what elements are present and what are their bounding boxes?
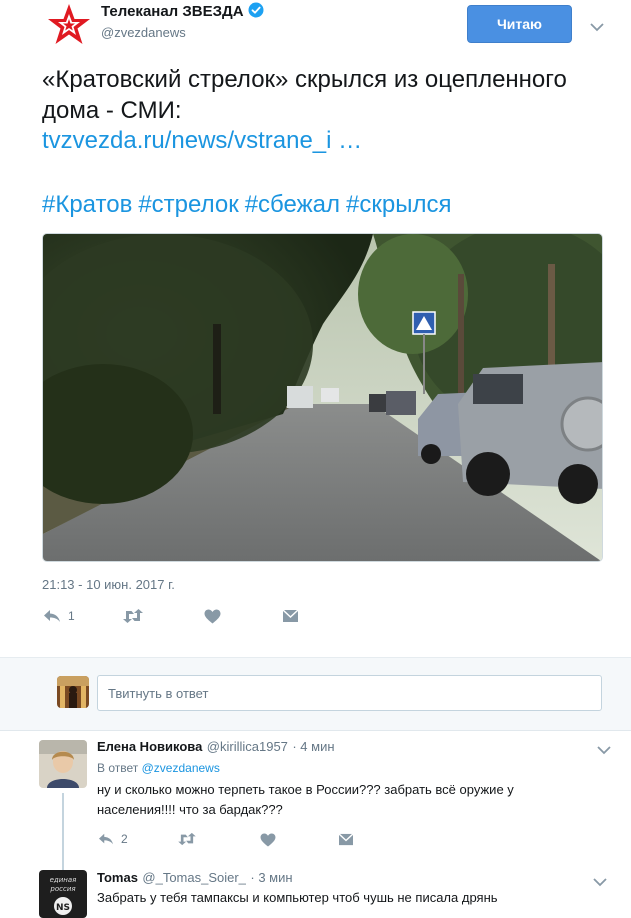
reply-author-handle[interactable]: @kirillica1957 <box>207 739 288 754</box>
like-button[interactable] <box>260 833 276 847</box>
reply-input[interactable] <box>97 675 602 711</box>
reply-button[interactable]: 2 <box>98 832 128 846</box>
thread-line <box>62 793 64 873</box>
tweet-text: «Кратовский стрелок» скрылся из оцепленн… <box>42 66 567 124</box>
direct-message-button[interactable] <box>282 609 299 624</box>
account-name-text[interactable]: Телеканал ЗВЕЗДА <box>101 3 244 20</box>
chevron-down-icon[interactable] <box>590 19 604 37</box>
reply-author-name[interactable]: Елена Новикова <box>97 739 202 754</box>
reply-header: Tomas @_Tomas_Soier_ · 3 мин <box>97 869 293 887</box>
hashtag-link[interactable]: #стрелок <box>138 191 238 218</box>
account-handle[interactable]: @zvezdanews <box>101 25 186 40</box>
hashtag-list: #Кратов #стрелок #сбежал #скрылся <box>42 191 457 219</box>
dm-icon <box>338 833 354 846</box>
account-name[interactable]: Телеканал ЗВЕЗДА <box>101 2 264 22</box>
chevron-down-icon[interactable] <box>597 742 611 760</box>
verified-badge-icon <box>248 2 264 22</box>
retweet-button[interactable] <box>177 832 197 846</box>
like-button[interactable] <box>204 609 221 624</box>
reply-avatar[interactable] <box>39 740 87 788</box>
heart-icon <box>204 609 221 624</box>
reply-button[interactable]: 1 <box>43 608 75 624</box>
svg-text:россия: россия <box>49 885 75 893</box>
reply-icon <box>44 610 60 622</box>
reply-header: Елена Новикова @kirillica1957 · 4 мин <box>97 738 335 756</box>
heart-icon <box>260 833 276 847</box>
retweet-icon <box>178 832 196 846</box>
reply-to-handle-link[interactable]: @zvezdanews <box>142 761 220 775</box>
chevron-down-icon[interactable] <box>593 874 607 892</box>
follow-button[interactable]: Читаю <box>467 5 572 43</box>
user-avatar[interactable] <box>57 676 89 708</box>
tweet-link[interactable]: tvzvezda.ru/news/vstrane_i … <box>42 127 362 155</box>
reply-count: 2 <box>121 832 128 846</box>
reply-time[interactable]: · 4 мин <box>292 739 334 754</box>
reply-to-line: В ответ @zvezdanews <box>97 761 220 775</box>
reply-count: 1 <box>68 609 75 623</box>
zvezda-logo-icon[interactable] <box>46 2 92 46</box>
hashtag-link[interactable]: #Кратов <box>42 191 132 218</box>
retweet-icon <box>123 609 143 623</box>
hashtag-link[interactable]: #сбежал <box>245 191 340 218</box>
reply-text: ну и сколько можно терпеть такое в Росси… <box>97 782 514 817</box>
reply-avatar[interactable]: единая россия NS <box>39 870 87 918</box>
reply-time[interactable]: · 3 мин <box>250 870 292 885</box>
retweet-button[interactable] <box>122 608 144 624</box>
hashtag-link[interactable]: #скрылся <box>346 191 451 218</box>
reply-text: Забрать у тебя тампаксы и компьютер чтоб… <box>97 890 498 905</box>
tweet-timestamp[interactable]: 21:13 - 10 июн. 2017 г. <box>42 577 175 592</box>
tweet-media-image[interactable] <box>42 233 603 562</box>
reply-to-prefix: В ответ <box>97 761 139 775</box>
dm-icon <box>282 609 299 622</box>
reply-icon <box>99 833 113 845</box>
reply-author-handle[interactable]: @_Tomas_Soier_ <box>142 870 246 885</box>
svg-text:единая: единая <box>50 876 77 884</box>
reply-author-name[interactable]: Tomas <box>97 870 138 885</box>
direct-message-button[interactable] <box>338 833 354 847</box>
